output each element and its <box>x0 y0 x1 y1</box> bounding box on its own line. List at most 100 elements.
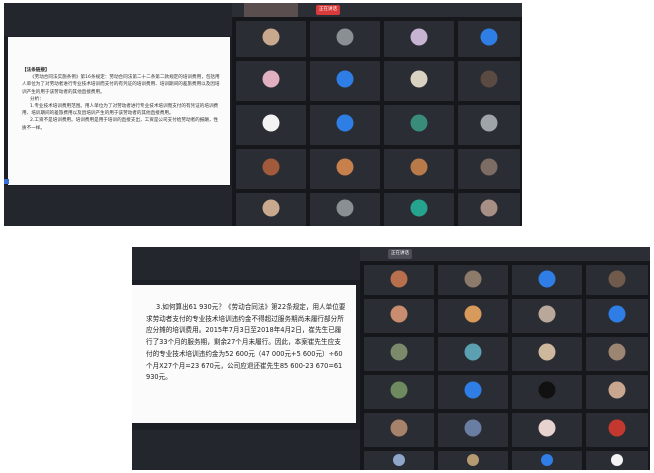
participant-tile[interactable] <box>586 375 648 409</box>
avatar <box>467 453 479 466</box>
avatar <box>608 270 626 287</box>
avatar <box>262 70 280 88</box>
avatar <box>390 419 408 437</box>
avatar <box>336 28 354 46</box>
participant-grid: 正在讲话 <box>232 3 522 226</box>
participant-tile[interactable] <box>364 451 434 470</box>
share-footer <box>4 186 232 226</box>
avatar <box>538 419 556 437</box>
participant-tile[interactable] <box>438 451 508 470</box>
avatar <box>410 158 428 176</box>
avatar <box>480 28 498 46</box>
avatar <box>538 305 556 323</box>
grid-topbar: 正在讲话 <box>232 3 522 17</box>
participant-tile[interactable] <box>512 337 582 371</box>
avatar <box>608 419 626 437</box>
participant-tile[interactable] <box>310 149 380 189</box>
avatar <box>336 199 354 217</box>
participant-tile[interactable] <box>384 105 454 145</box>
share-header <box>4 3 232 36</box>
slide-paragraph: 《劳动合同法实施条例》第16条规定：劳动合同法第二十二条第二款规定的培训费用，包… <box>22 75 220 95</box>
participant-tile[interactable] <box>310 21 380 57</box>
participant-tile[interactable] <box>586 451 648 470</box>
participant-tile[interactable] <box>586 337 648 371</box>
avatar <box>464 381 482 399</box>
avatar <box>464 343 482 361</box>
avatar <box>480 70 498 88</box>
avatar <box>410 70 428 88</box>
participant-tile[interactable] <box>438 375 508 409</box>
avatar <box>390 305 408 323</box>
participant-tile[interactable] <box>458 61 520 101</box>
avatar <box>608 343 626 361</box>
meeting-screenshot-1: 【法条链接】 《劳动合同法实施条例》第16条规定：劳动合同法第二十二条第二款规定… <box>4 3 522 226</box>
participant-tile[interactable] <box>438 413 508 447</box>
speaking-badge: 正在讲话 <box>316 5 340 15</box>
avatar <box>538 270 556 287</box>
participant-tile[interactable] <box>586 299 648 333</box>
participant-tile[interactable] <box>438 337 508 371</box>
participant-tile[interactable] <box>236 105 306 145</box>
participant-tile[interactable] <box>512 299 582 333</box>
participant-tile[interactable] <box>458 105 520 145</box>
avatar <box>410 28 428 46</box>
participant-tile[interactable] <box>310 193 380 226</box>
participant-tile[interactable] <box>236 193 306 226</box>
participant-tile[interactable] <box>586 413 648 447</box>
participant-tile[interactable] <box>384 61 454 101</box>
avatar <box>410 114 428 132</box>
participant-tile[interactable] <box>512 265 582 295</box>
participant-tile[interactable] <box>364 337 434 371</box>
avatar <box>336 114 354 132</box>
active-speaker-tile[interactable] <box>244 3 298 17</box>
participant-tile[interactable] <box>310 105 380 145</box>
participant-tile[interactable] <box>384 21 454 57</box>
slide-text: 3.如何算出61 930元？《劳动合同法》第22条规定，用人单位要求劳动者支付的… <box>146 303 346 382</box>
slide-paragraph: 2.工资不是培训费用。培训费用是用于培训的直接支出，工资是公司支付给劳动者的报酬… <box>22 118 219 131</box>
avatar <box>390 270 408 287</box>
participant-tile[interactable] <box>310 61 380 101</box>
avatar <box>464 270 482 287</box>
avatar <box>611 453 623 466</box>
participant-tile[interactable] <box>236 61 306 101</box>
avatar <box>480 199 498 217</box>
participant-tile[interactable] <box>458 21 520 57</box>
avatar <box>262 199 280 217</box>
participant-grid: 正在讲话 <box>360 247 650 470</box>
avatar <box>336 70 354 88</box>
avatar <box>608 305 626 323</box>
speaking-badge: 正在讲话 <box>388 249 412 259</box>
participant-tile[interactable] <box>384 149 454 189</box>
participant-tile[interactable] <box>438 265 508 295</box>
participant-tile[interactable] <box>512 375 582 409</box>
avatar <box>390 381 408 399</box>
share-header <box>132 247 360 280</box>
avatar <box>410 199 428 217</box>
participant-tile[interactable] <box>458 193 520 226</box>
participant-tile[interactable] <box>364 299 434 333</box>
slide-title: 【法条链接】 <box>22 68 50 73</box>
participant-tile[interactable] <box>236 149 306 189</box>
participant-tile[interactable] <box>384 193 454 226</box>
avatar <box>608 381 626 399</box>
avatar <box>390 343 408 361</box>
grid-topbar: 正在讲话 <box>360 247 650 261</box>
participant-tile[interactable] <box>458 149 520 189</box>
avatar <box>262 114 280 132</box>
slide-paragraph: 分析： <box>30 96 44 102</box>
slide-text: 【法条链接】 《劳动合同法实施条例》第16条规定：劳动合同法第二十二条第二款规定… <box>22 67 220 132</box>
participant-tile[interactable] <box>364 265 434 295</box>
participant-tile[interactable] <box>586 265 648 295</box>
avatar <box>262 28 280 46</box>
participant-tile[interactable] <box>364 413 434 447</box>
avatar <box>464 419 482 437</box>
share-footer <box>132 430 360 470</box>
participant-tile[interactable] <box>512 451 582 470</box>
shared-slide: 3.如何算出61 930元？《劳动合同法》第22条规定，用人单位要求劳动者支付的… <box>132 285 356 423</box>
participant-tile[interactable] <box>438 299 508 333</box>
participant-tile[interactable] <box>512 413 582 447</box>
participant-tile[interactable] <box>364 375 434 409</box>
avatar <box>336 158 354 176</box>
avatar <box>464 305 482 323</box>
participant-tile[interactable] <box>236 21 306 57</box>
